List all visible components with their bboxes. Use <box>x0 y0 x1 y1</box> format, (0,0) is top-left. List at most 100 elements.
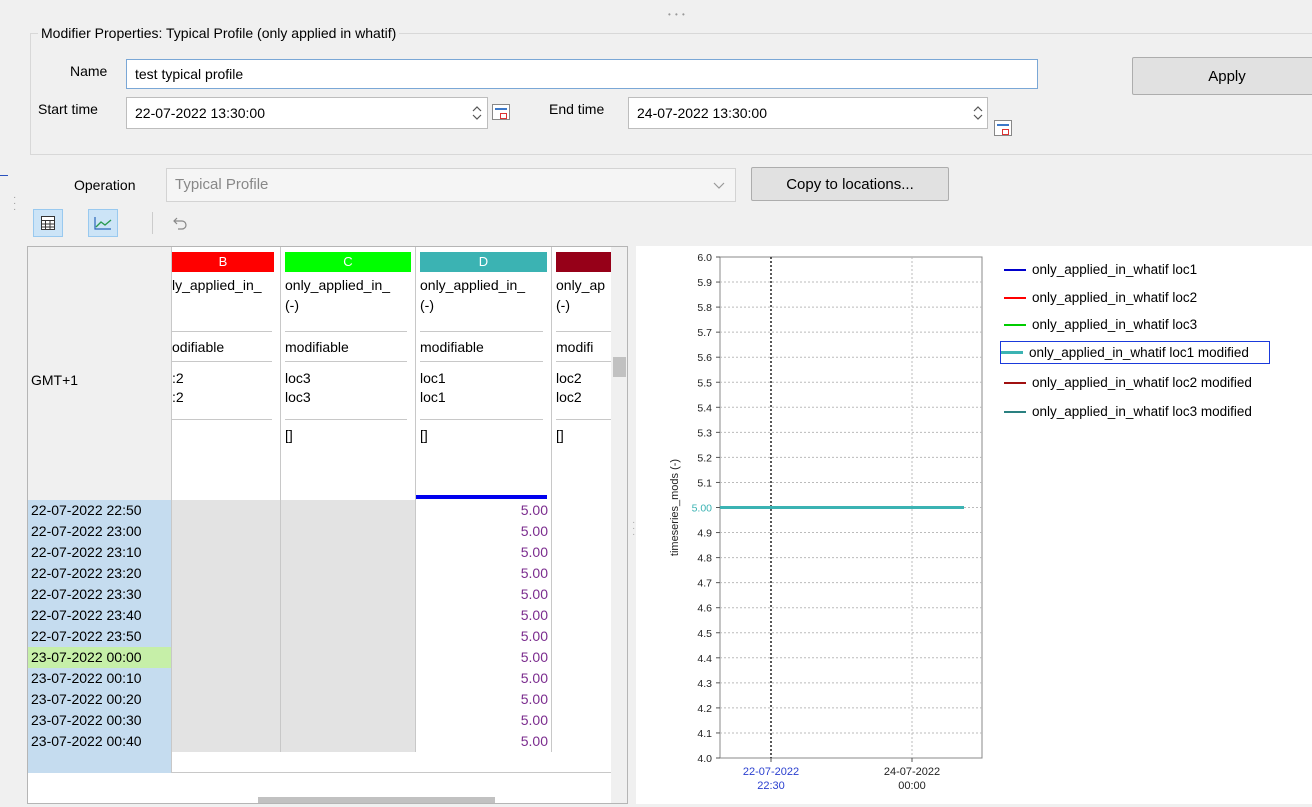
splitter-grip-top[interactable]: • • • <box>668 10 688 19</box>
table-horizontal-scroll-thumb[interactable] <box>258 797 495 803</box>
cell-b[interactable] <box>172 626 281 647</box>
row-time[interactable]: 23-07-2022 00:30 <box>28 710 172 731</box>
start-calendar-icon[interactable] <box>492 104 510 120</box>
row-time[interactable]: 22-07-2022 23:50 <box>28 626 172 647</box>
cell-d[interactable]: 5.00 <box>416 605 552 626</box>
operation-select[interactable]: Typical Profile <box>166 168 736 202</box>
cell-e[interactable] <box>552 521 612 542</box>
cell-c[interactable] <box>281 521 416 542</box>
column-header-b[interactable]: B ly_applied_in_ odifiable :2 :2 <box>172 247 281 500</box>
cell-c[interactable] <box>281 689 416 710</box>
row-time[interactable]: 23-07-2022 00:40 <box>28 731 172 752</box>
cell-b[interactable] <box>172 731 281 752</box>
cell-d[interactable]: 5.00 <box>416 500 552 521</box>
table-row[interactable]: 22-07-2022 23:50 5.00 <box>28 626 627 647</box>
apply-button[interactable]: Apply <box>1132 57 1312 95</box>
table-row[interactable]: 23-07-2022 00:10 5.00 <box>28 668 627 689</box>
table-view-icon[interactable] <box>33 209 63 237</box>
cell-e[interactable] <box>552 605 612 626</box>
row-time[interactable]: 22-07-2022 23:00 <box>28 521 172 542</box>
row-time[interactable]: 22-07-2022 23:20 <box>28 563 172 584</box>
cell-d[interactable]: 5.00 <box>416 521 552 542</box>
cell-c[interactable] <box>281 731 416 752</box>
cell-c[interactable] <box>281 647 416 668</box>
end-time-spinner-icon[interactable] <box>968 103 988 123</box>
cell-e[interactable] <box>552 584 612 605</box>
undo-icon[interactable] <box>165 209 195 237</box>
cell-c[interactable] <box>281 710 416 731</box>
cell-d[interactable]: 5.00 <box>416 563 552 584</box>
table-row[interactable]: 22-07-2022 23:10 5.00 <box>28 542 627 563</box>
cell-b[interactable] <box>172 647 281 668</box>
cell-d[interactable]: 5.00 <box>416 668 552 689</box>
cell-c[interactable] <box>281 668 416 689</box>
table-row[interactable]: 22-07-2022 23:30 5.00 <box>28 584 627 605</box>
cell-b[interactable] <box>172 500 281 521</box>
splitter-grip-left[interactable]: · · · <box>13 193 16 215</box>
column-header-d[interactable]: D only_applied_in_ (-) modifiable loc1 l… <box>416 247 552 500</box>
cell-c[interactable] <box>281 626 416 647</box>
cell-b[interactable] <box>172 521 281 542</box>
cell-b[interactable] <box>172 563 281 584</box>
end-calendar-icon[interactable] <box>994 120 1012 136</box>
cell-b[interactable] <box>172 710 281 731</box>
cell-d[interactable]: 5.00 <box>416 626 552 647</box>
row-time[interactable]: 22-07-2022 22:50 <box>28 500 172 521</box>
cell-e[interactable] <box>552 647 612 668</box>
cell-b[interactable] <box>172 668 281 689</box>
cell-d[interactable]: 5.00 <box>416 689 552 710</box>
cell-d[interactable]: 5.00 <box>416 584 552 605</box>
row-time[interactable]: 23-07-2022 00:20 <box>28 689 172 710</box>
start-time-spinner-icon[interactable] <box>467 103 487 123</box>
table-row[interactable]: 22-07-2022 23:00 5.00 <box>28 521 627 542</box>
row-time[interactable]: 22-07-2022 23:10 <box>28 542 172 563</box>
chart-view-icon[interactable] <box>88 209 118 237</box>
legend-item[interactable]: only_applied_in_whatif loc2 modified <box>1004 375 1252 390</box>
cell-c[interactable] <box>281 605 416 626</box>
cell-e[interactable] <box>552 731 612 752</box>
cell-b[interactable] <box>172 584 281 605</box>
cell-d[interactable]: 5.00 <box>416 647 552 668</box>
row-time[interactable] <box>28 752 172 773</box>
cell-d[interactable]: 5.00 <box>416 710 552 731</box>
table-row[interactable]: 23-07-2022 00:20 5.00 <box>28 689 627 710</box>
table-row[interactable]: 22-07-2022 23:20 5.00 <box>28 563 627 584</box>
table-row[interactable]: 23-07-2022 00:30 5.00 <box>28 710 627 731</box>
table-row[interactable]: 23-07-2022 00:40 5.00 <box>28 731 627 752</box>
cell-e[interactable] <box>552 710 612 731</box>
copy-to-locations-button[interactable]: Copy to locations... <box>751 167 949 201</box>
cell-c[interactable] <box>281 584 416 605</box>
cell-e[interactable] <box>552 563 612 584</box>
cell-b[interactable] <box>172 605 281 626</box>
row-time[interactable]: 23-07-2022 00:10 <box>28 668 172 689</box>
start-time-input[interactable]: 22-07-2022 13:30:00 <box>126 97 488 129</box>
name-input[interactable]: test typical profile <box>126 59 1038 89</box>
table-row[interactable]: 22-07-2022 23:40 5.00 <box>28 605 627 626</box>
cell-e[interactable] <box>552 500 612 521</box>
cell-d[interactable]: 5.00 <box>416 731 552 752</box>
legend-item[interactable]: only_applied_in_whatif loc1 <box>1004 262 1197 277</box>
legend-item[interactable]: only_applied_in_whatif loc3 <box>1004 317 1197 332</box>
cell-b[interactable] <box>172 689 281 710</box>
table-row[interactable]: 22-07-2022 22:50 5.00 <box>28 500 627 521</box>
table-vertical-scroll-thumb[interactable] <box>613 357 626 377</box>
row-time[interactable]: 22-07-2022 23:30 <box>28 584 172 605</box>
cell-e[interactable] <box>552 626 612 647</box>
table-row[interactable]: 23-07-2022 00:00 5.00 <box>28 647 627 668</box>
end-time-input[interactable]: 24-07-2022 13:30:00 <box>628 97 988 129</box>
row-time[interactable]: 23-07-2022 00:00 <box>28 647 172 668</box>
cell-e[interactable] <box>552 542 612 563</box>
cell-e[interactable] <box>552 689 612 710</box>
cell-d[interactable]: 5.00 <box>416 542 552 563</box>
row-time[interactable]: 22-07-2022 23:40 <box>28 605 172 626</box>
legend-item[interactable]: only_applied_in_whatif loc2 <box>1004 290 1197 305</box>
table-vertical-scrollbar[interactable] <box>611 247 627 803</box>
cell-c[interactable] <box>281 500 416 521</box>
legend-item[interactable]: only_applied_in_whatif loc3 modified <box>1004 404 1252 419</box>
cell-c[interactable] <box>281 542 416 563</box>
splitter-grip-middle[interactable]: · · · <box>632 518 635 540</box>
table-row-partial[interactable] <box>28 752 627 773</box>
cell-e[interactable] <box>552 668 612 689</box>
cell-c[interactable] <box>281 563 416 584</box>
column-header-e[interactable]: only_ap (-) modifi loc2 loc2 [] <box>552 247 612 500</box>
